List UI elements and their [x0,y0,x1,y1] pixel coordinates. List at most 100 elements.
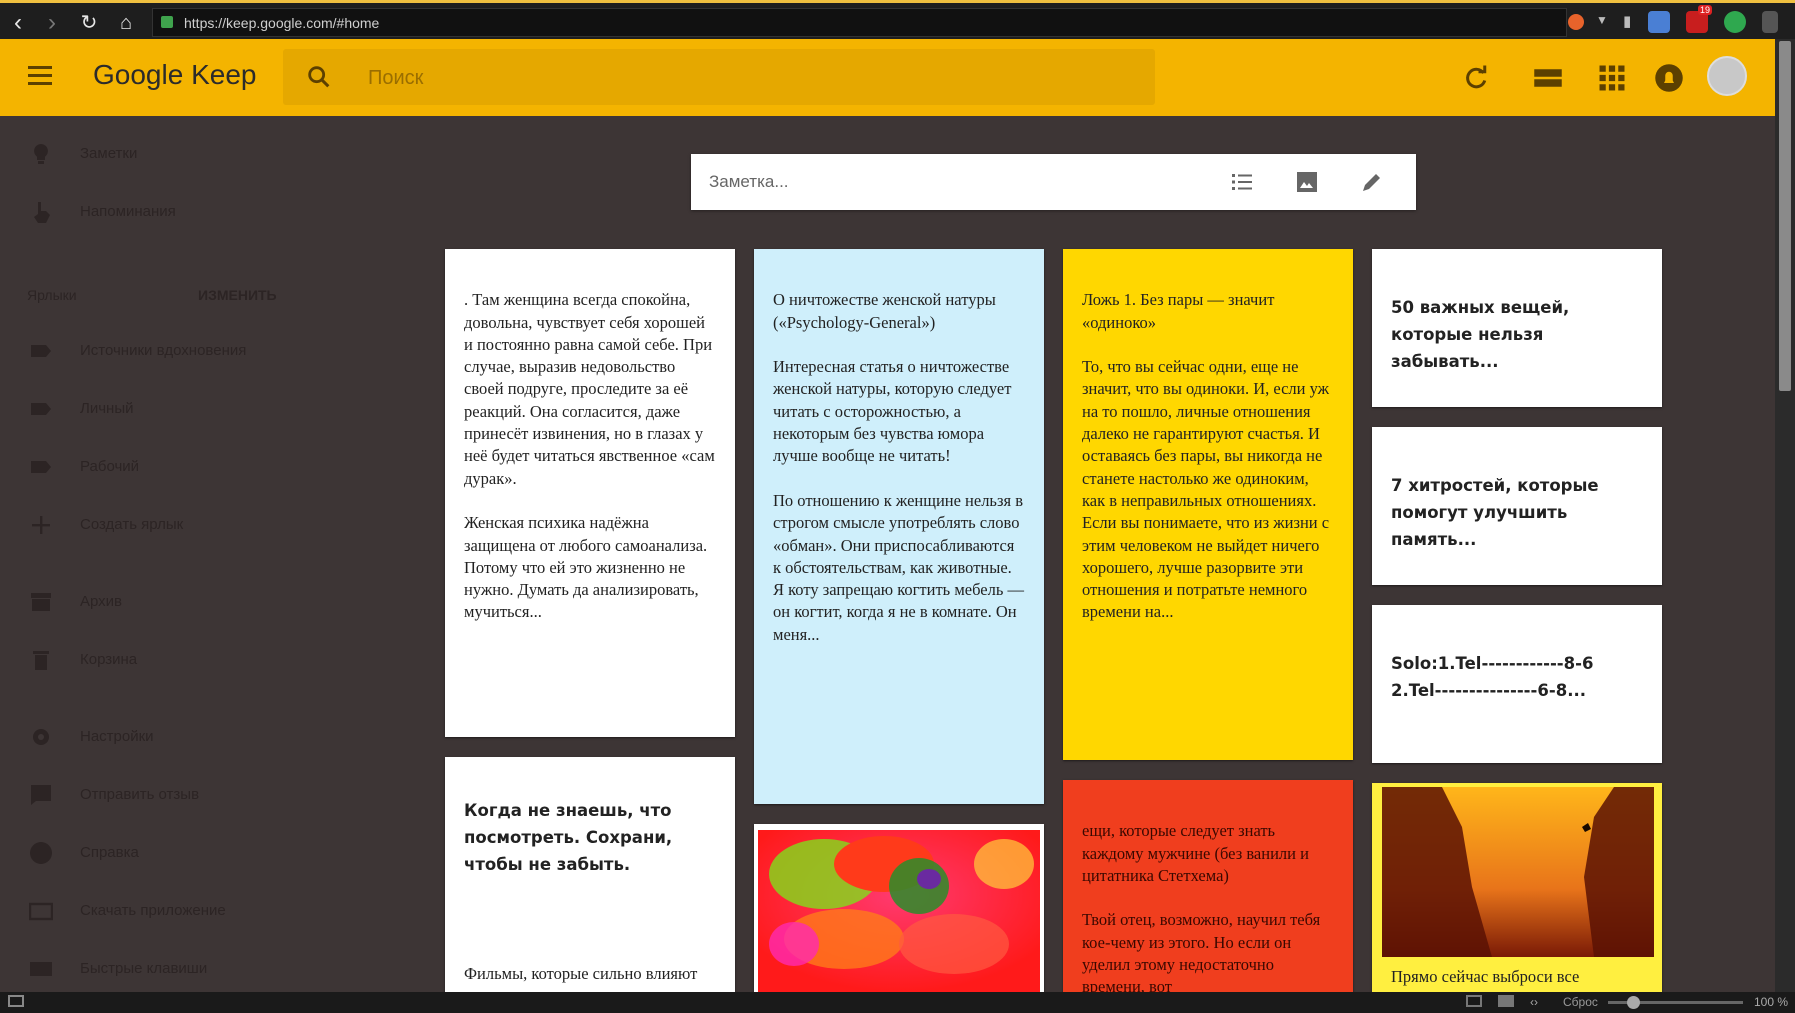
sidebar-label: Настройки [80,728,154,745]
browser-toolbar: ‹ › ↻ ⌂ https://keep.google.com/#home ▼ … [0,0,1795,39]
note-text: Solo:1.Tel------------8-6 2.Tel---------… [1391,654,1594,700]
sidebar-item-label-work[interactable]: Рабочий [0,447,300,487]
sidebar-item-notes[interactable]: Заметки [0,134,300,174]
code-icon[interactable]: ‹› [1530,995,1538,1009]
refresh-icon[interactable] [1461,63,1491,93]
dropdown-icon[interactable]: ▼ [1596,13,1608,27]
panel-toggle-icon[interactable] [8,995,24,1007]
sidebar-item-reminders[interactable]: Напоминания [0,192,300,232]
take-note-box[interactable] [691,154,1416,210]
sidebar-label: Архив [80,593,123,610]
sidebar-label: Корзина [80,651,138,668]
search-box [283,49,1155,105]
sidebar-label: Источники вдохновения [80,342,247,359]
download-app-icon [29,902,53,921]
forward-icon[interactable]: › [38,9,66,37]
keyboard-icon [30,962,52,976]
labels-edit-button[interactable]: ИЗМЕНИТЬ [198,287,277,303]
s-extension-icon[interactable] [1724,11,1746,33]
sidebar-item-help[interactable]: Справка [0,833,300,873]
help-icon [30,842,52,864]
note-text: ещи, которые следует знать каждому мужчи… [1082,821,1321,992]
sidebar-item-feedback[interactable]: Отправить отзыв [0,775,300,815]
sidebar-item-archive[interactable]: Архив [0,582,300,622]
search-input[interactable] [368,65,1068,91]
sidebar-label: Рабочий [80,458,140,475]
note-text: . Там женщина всегда спокойна, довольна,… [464,290,715,622]
sidebar-item-label-inspiration[interactable]: Источники вдохновения [0,331,300,371]
images-icon[interactable] [1498,995,1514,1007]
note-card[interactable]: Ложь 1. Без пары — значит «одиноко» То, … [1063,249,1353,760]
page-scrollbar[interactable] [1775,39,1795,992]
note-text: Фильмы, которые сильно влияют на мировоз… [464,963,698,992]
canyon-sunset-image [1382,787,1654,957]
sidebar-item-create-label[interactable]: Создать ярлык [0,505,300,545]
sidebar-item-label-personal[interactable]: Личный [0,389,300,429]
zoom-slider-knob[interactable] [1627,996,1640,1009]
sidebar-item-shortcuts[interactable]: Быстрые клавиши [0,949,300,989]
sidebar-label: Заметки [80,145,138,162]
new-drawing-icon[interactable] [1359,170,1385,194]
note-card[interactable]: . Там женщина всегда спокойна, довольна,… [445,249,735,737]
home-icon[interactable]: ⌂ [112,9,140,37]
new-image-note-icon[interactable] [1294,170,1320,194]
image-note-card[interactable] [754,824,1044,992]
note-text: 50 важных вещей, которые нельзя забывать… [1391,298,1570,371]
sidebar-item-download-app[interactable]: Скачать приложение [0,891,300,931]
note-card[interactable]: 7 хитростей, которые помогут улучшить па… [1372,427,1662,585]
keep-extension-icon[interactable] [1762,11,1778,33]
adblock-extension-icon[interactable]: 19 [1686,5,1713,33]
main-menu-icon[interactable] [28,66,52,86]
label-icon [31,345,51,357]
back-icon[interactable]: ‹ [4,9,32,37]
note-card[interactable]: Когда не знаешь, что посмотреть. Сохрани… [445,757,735,992]
sidebar-item-trash[interactable]: Корзина [0,640,300,680]
feedback-icon [31,785,51,805]
window-icon[interactable] [1466,995,1482,1007]
label-icon [31,461,51,473]
gear-icon [33,729,49,745]
note-text: Прямо сейчас выброси все [1391,967,1580,986]
note-card[interactable]: О ничтожестве женской натуры («Psycholog… [754,249,1044,804]
search-icon[interactable] [305,63,333,91]
list-view-icon[interactable] [1533,63,1563,93]
note-text: О ничтожестве женской натуры («Psycholog… [773,290,1024,644]
reminder-hand-icon [34,202,50,223]
apps-grid-icon[interactable] [1597,63,1627,93]
note-card[interactable]: Solo:1.Tel------------8-6 2.Tel---------… [1372,605,1662,763]
plus-icon [32,516,50,534]
sidebar-label: Личный [80,400,134,417]
note-text: Ложь 1. Без пары — значит «одиноко» То, … [1082,290,1330,622]
zoom-reset-button[interactable]: Сброс [1563,995,1598,1009]
abstract-color-image [758,830,1040,992]
notifications-bell-icon[interactable] [1654,63,1684,93]
logo-keep: Keep [191,59,257,90]
sidebar-label: Скачать приложение [80,902,226,919]
sidebar-label: Отправить отзыв [80,786,200,803]
logo-google: Google [93,59,184,90]
sidebar-item-settings[interactable]: Настройки [0,717,300,757]
sidebar-label: Создать ярлык [80,516,184,533]
lock-icon [161,16,173,28]
vpn-icon[interactable] [1568,14,1584,30]
bulb-icon [34,144,48,164]
translate-extension-icon[interactable] [1648,11,1670,33]
note-card[interactable]: ещи, которые следует знать каждому мужчи… [1063,780,1353,992]
address-bar[interactable]: https://keep.google.com/#home ▼ ▮ [152,8,1631,37]
note-text: 7 хитростей, которые помогут улучшить па… [1391,476,1599,549]
sidebar: Заметки Напоминания Ярлыки ИЗМЕНИТЬ Исто… [0,116,300,992]
bookmark-icon[interactable]: ▮ [1623,12,1631,30]
new-list-icon[interactable] [1229,170,1255,194]
app-logo[interactable]: Google Keep [93,59,256,91]
avatar[interactable] [1707,56,1747,96]
image-note-card[interactable]: Прямо сейчас выброси все [1372,783,1662,992]
browser-statusbar: ‹› Сброс 100 % [0,992,1795,1013]
scroll-thumb[interactable] [1779,41,1791,391]
take-note-input[interactable] [709,171,1209,193]
sidebar-label: Напоминания [80,203,176,220]
note-title: Когда не знаешь, что посмотреть. Сохрани… [464,801,673,875]
sidebar-label: Справка [80,844,139,861]
reload-icon[interactable]: ↻ [75,9,103,37]
note-card[interactable]: 50 важных вещей, которые нельзя забывать… [1372,249,1662,407]
archive-icon [31,593,51,611]
